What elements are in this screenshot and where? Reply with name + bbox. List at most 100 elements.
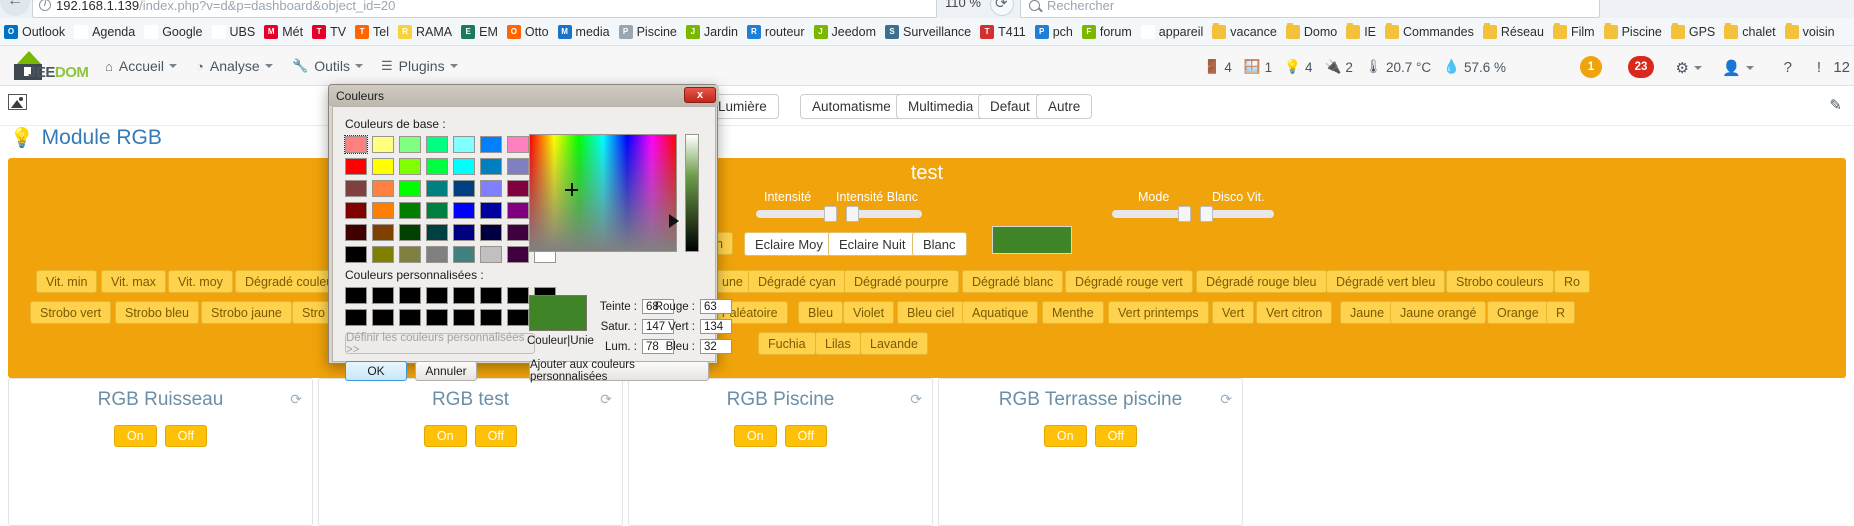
custom-color-swatch[interactable] bbox=[507, 287, 529, 304]
btn-blanc[interactable]: Blanc bbox=[912, 232, 967, 256]
basic-color-swatch[interactable] bbox=[426, 224, 448, 241]
bookmark-pch[interactable]: Ppch bbox=[1034, 24, 1073, 39]
user-icon[interactable]: 👤 bbox=[1722, 59, 1754, 77]
basic-color-swatch[interactable] bbox=[345, 224, 367, 241]
btn-fuchia[interactable]: Fuchia bbox=[758, 332, 816, 355]
basic-color-swatch[interactable] bbox=[480, 180, 502, 197]
custom-color-swatch[interactable] bbox=[372, 309, 394, 326]
btn-on[interactable]: On bbox=[113, 425, 157, 447]
basic-color-swatch[interactable] bbox=[372, 158, 394, 175]
luminosity-arrow-icon[interactable] bbox=[669, 214, 679, 228]
bookmark-agenda[interactable]: A Agenda bbox=[74, 24, 135, 39]
close-icon[interactable]: x bbox=[684, 87, 716, 103]
basic-color-swatch[interactable] bbox=[507, 202, 529, 219]
bookmark-media[interactable]: Mmedia bbox=[557, 24, 610, 39]
bookmark-gps[interactable]: GPS bbox=[1670, 22, 1715, 39]
address-bar[interactable]: 192.168.1.139/index.php?v=d&p=dashboard&… bbox=[32, 0, 937, 18]
nav-accueil[interactable]: ⌂ Accueil bbox=[105, 58, 177, 74]
basic-color-swatch[interactable] bbox=[480, 246, 502, 263]
mode-slider[interactable] bbox=[1112, 206, 1191, 222]
bookmark-voisin[interactable]: voisin bbox=[1784, 22, 1835, 39]
bookmark-em[interactable]: E EM bbox=[461, 24, 498, 39]
btn-vit-moy[interactable]: Vit. moy bbox=[168, 270, 233, 293]
custom-color-swatch[interactable] bbox=[426, 287, 448, 304]
btn-bleu-ciel[interactable]: Bleu ciel bbox=[897, 301, 965, 324]
btn-on[interactable]: On bbox=[423, 425, 467, 447]
btn-row1-ro[interactable]: Ro bbox=[1554, 270, 1590, 293]
cancel-button[interactable]: Annuler bbox=[415, 361, 477, 381]
custom-color-swatch[interactable] bbox=[372, 287, 394, 304]
btn-strobo-couleurs[interactable]: Strobo couleurs bbox=[1446, 270, 1554, 293]
btn-lavande[interactable]: Lavande bbox=[860, 332, 928, 355]
luminosity-bar[interactable] bbox=[685, 134, 699, 252]
btn-off[interactable]: Off bbox=[1094, 425, 1138, 447]
btn-vit-min[interactable]: Vit. min bbox=[36, 270, 98, 293]
gears-icon[interactable]: ⚙ bbox=[1676, 59, 1702, 77]
btn-jaune[interactable]: Jaune bbox=[1340, 301, 1395, 324]
basic-color-swatch[interactable] bbox=[399, 180, 421, 197]
basic-color-swatch[interactable] bbox=[453, 180, 475, 197]
basic-color-swatch[interactable] bbox=[372, 202, 394, 219]
bookmark-surveillance[interactable]: S Surveillance bbox=[885, 24, 971, 39]
reload-button[interactable] bbox=[990, 0, 1014, 16]
bookmark-rama[interactable]: R RAMA bbox=[398, 24, 452, 39]
btn-off[interactable]: Off bbox=[784, 425, 828, 447]
btn-orange[interactable]: Orange bbox=[1487, 301, 1549, 324]
slider-handle[interactable] bbox=[824, 206, 837, 222]
help-icon[interactable]: ? bbox=[1784, 59, 1792, 76]
btn-strobo-jaune[interactable]: Strobo jaune bbox=[201, 301, 292, 324]
basic-color-swatch[interactable] bbox=[453, 246, 475, 263]
btn-on[interactable]: On bbox=[1043, 425, 1087, 447]
site-info-icon[interactable] bbox=[39, 0, 51, 11]
bookmark-film[interactable]: Film bbox=[1552, 22, 1595, 39]
tab-autre[interactable]: Autre bbox=[1036, 94, 1093, 119]
nav-outils[interactable]: 🔧 Outils bbox=[292, 58, 363, 74]
bookmark-réseau[interactable]: Réseau bbox=[1482, 22, 1544, 39]
vert-input[interactable]: 134 bbox=[700, 319, 732, 334]
basic-color-swatch[interactable] bbox=[399, 224, 421, 241]
basic-color-swatch[interactable] bbox=[372, 180, 394, 197]
bookmark-commandes[interactable]: Commandes bbox=[1385, 22, 1474, 39]
btn-jaune-orange[interactable]: Jaune orangé bbox=[1390, 301, 1487, 324]
bookmark-otto[interactable]: O Otto bbox=[506, 24, 549, 39]
bleu-input[interactable]: 32 bbox=[700, 339, 732, 354]
basic-color-swatch[interactable] bbox=[345, 180, 367, 197]
btn-eclaire-moy[interactable]: Eclaire Moy bbox=[744, 232, 834, 256]
custom-color-swatch[interactable] bbox=[399, 287, 421, 304]
basic-color-swatch[interactable] bbox=[426, 202, 448, 219]
btn-vert[interactable]: Vert bbox=[1212, 301, 1255, 324]
basic-color-swatch[interactable] bbox=[344, 135, 368, 154]
btn-row2-r[interactable]: R bbox=[1546, 301, 1576, 324]
bookmark-routeur[interactable]: Rrouteur bbox=[746, 24, 805, 39]
bookmark-google[interactable]: G Google bbox=[144, 24, 203, 39]
refresh-icon[interactable]: ⟳ bbox=[910, 391, 922, 408]
basic-color-swatch[interactable] bbox=[507, 180, 529, 197]
image-icon[interactable] bbox=[8, 94, 27, 110]
bookmark-vacance[interactable]: vacance bbox=[1212, 22, 1277, 39]
btn-menthe[interactable]: Menthe bbox=[1042, 301, 1104, 324]
btn-lilas[interactable]: Lilas bbox=[815, 332, 861, 355]
btn-aquatique[interactable]: Aquatique bbox=[962, 301, 1039, 324]
bookmark-appareil[interactable]: Aappareil bbox=[1140, 24, 1203, 39]
bookmark-forum[interactable]: Fforum bbox=[1081, 24, 1132, 39]
add-custom-colors-button[interactable]: Ajouter aux couleurs personnalisées bbox=[529, 359, 709, 383]
rouge-input[interactable]: 63 bbox=[700, 299, 732, 314]
error-badge[interactable]: 23 bbox=[1628, 56, 1654, 78]
basic-color-swatch[interactable] bbox=[480, 158, 502, 175]
info-icon[interactable]: ! bbox=[1817, 59, 1821, 76]
btn-degrade-blanc[interactable]: Dégradé blanc bbox=[962, 270, 1064, 293]
zoom-level-indicator[interactable]: 110 % bbox=[945, 0, 981, 10]
tab-multimedia[interactable]: Multimedia bbox=[896, 94, 986, 119]
basic-color-swatch[interactable] bbox=[345, 202, 367, 219]
btn-strobo-vert[interactable]: Strobo vert bbox=[30, 301, 112, 324]
btn-on[interactable]: On bbox=[733, 425, 777, 447]
basic-color-swatch[interactable] bbox=[480, 136, 502, 153]
btn-degrade-pourpre[interactable]: Dégradé pourpre bbox=[844, 270, 959, 293]
custom-color-swatch[interactable] bbox=[345, 287, 367, 304]
basic-color-swatch[interactable] bbox=[399, 136, 421, 153]
intensite-blanc-slider[interactable] bbox=[846, 206, 922, 222]
bookmark-t411[interactable]: T T411 bbox=[980, 24, 1026, 39]
btn-eclaire-nuit[interactable]: Eclaire Nuit bbox=[828, 232, 917, 256]
pencil-icon[interactable]: ✎ bbox=[1829, 96, 1842, 114]
bookmark-piscine[interactable]: Piscine bbox=[1603, 22, 1662, 39]
